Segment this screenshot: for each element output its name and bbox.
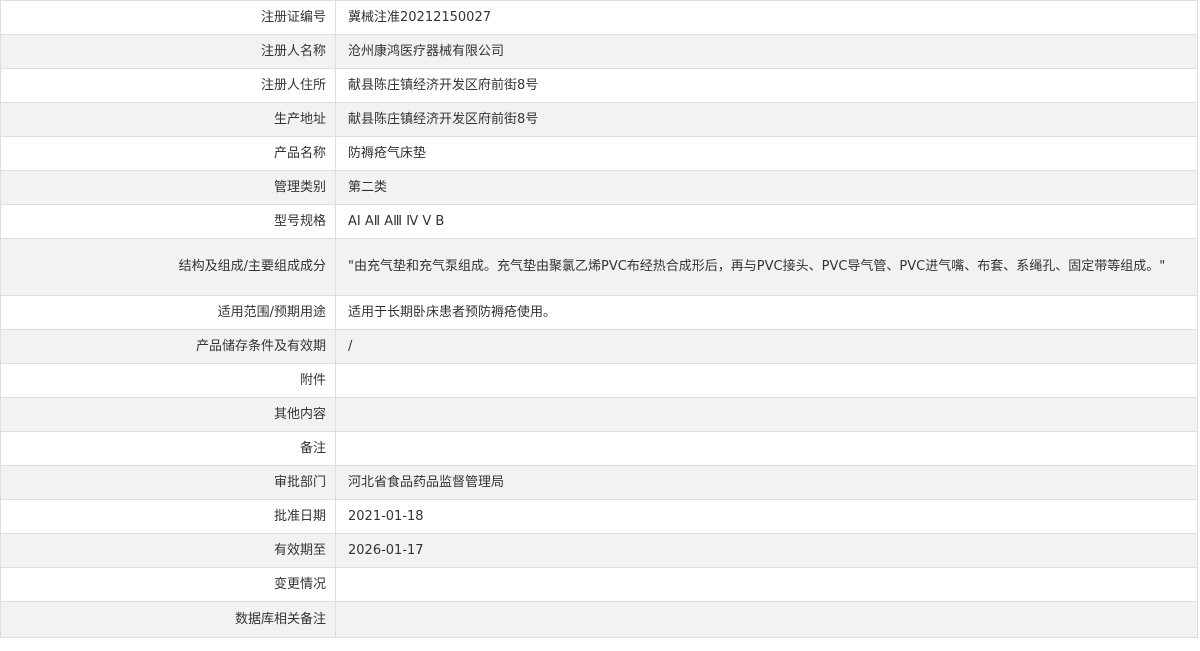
field-label: 型号规格 <box>0 204 336 239</box>
row-database-remarks: 数据库相关备注 <box>0 601 1198 638</box>
field-label: 数据库相关备注 <box>0 601 336 638</box>
field-label: 生产地址 <box>0 102 336 137</box>
field-label: 注册人名称 <box>0 34 336 69</box>
field-value: 献县陈庄镇经济开发区府前街8号 <box>335 102 1198 137</box>
field-label: 有效期至 <box>0 533 336 568</box>
row-other-content: 其他内容 <box>0 397 1198 432</box>
field-value: 第二类 <box>335 170 1198 205</box>
field-label: 注册人住所 <box>0 68 336 103</box>
field-value: 2021-01-18 <box>335 499 1198 534</box>
field-label: 批准日期 <box>0 499 336 534</box>
row-registration-number: 注册证编号 冀械注准20212150027 <box>0 0 1198 35</box>
field-value <box>335 363 1198 398</box>
row-remarks: 备注 <box>0 431 1198 466</box>
row-attachments: 附件 <box>0 363 1198 398</box>
field-label: 审批部门 <box>0 465 336 500</box>
row-intended-use: 适用范围/预期用途 适用于长期卧床患者预防褥疮使用。 <box>0 295 1198 330</box>
row-change-history: 变更情况 <box>0 567 1198 602</box>
row-valid-until: 有效期至 2026-01-17 <box>0 533 1198 568</box>
row-registrant-name: 注册人名称 沧州康鸿医疗器械有限公司 <box>0 34 1198 69</box>
field-value: 适用于长期卧床患者预防褥疮使用。 <box>335 295 1198 330</box>
field-label: 备注 <box>0 431 336 466</box>
field-value: 献县陈庄镇经济开发区府前街8号 <box>335 68 1198 103</box>
field-label: 产品储存条件及有效期 <box>0 329 336 364</box>
row-management-category: 管理类别 第二类 <box>0 170 1198 205</box>
row-production-address: 生产地址 献县陈庄镇经济开发区府前街8号 <box>0 102 1198 137</box>
field-label: 管理类别 <box>0 170 336 205</box>
field-label: 结构及组成/主要组成成分 <box>0 238 336 296</box>
field-label: 适用范围/预期用途 <box>0 295 336 330</box>
row-registrant-address: 注册人住所 献县陈庄镇经济开发区府前街8号 <box>0 68 1198 103</box>
row-structure-composition: 结构及组成/主要组成成分 "由充气垫和充气泵组成。充气垫由聚氯乙烯PVC布经热合… <box>0 238 1198 296</box>
field-value <box>335 567 1198 602</box>
row-product-name: 产品名称 防褥疮气床垫 <box>0 136 1198 171</box>
registration-record-table: 注册证编号 冀械注准20212150027 注册人名称 沧州康鸿医疗器械有限公司… <box>0 0 1198 638</box>
row-model-spec: 型号规格 AⅠ AⅡ AⅢ Ⅳ Ⅴ B <box>0 204 1198 239</box>
field-value: 防褥疮气床垫 <box>335 136 1198 171</box>
field-label: 附件 <box>0 363 336 398</box>
field-value: 沧州康鸿医疗器械有限公司 <box>335 34 1198 69</box>
field-value: 2026-01-17 <box>335 533 1198 568</box>
field-value <box>335 431 1198 466</box>
field-value <box>335 397 1198 432</box>
field-value: 河北省食品药品监督管理局 <box>335 465 1198 500</box>
field-label: 注册证编号 <box>0 0 336 35</box>
field-value: / <box>335 329 1198 364</box>
row-approval-date: 批准日期 2021-01-18 <box>0 499 1198 534</box>
field-label: 其他内容 <box>0 397 336 432</box>
row-approval-department: 审批部门 河北省食品药品监督管理局 <box>0 465 1198 500</box>
field-value <box>335 601 1198 638</box>
field-label: 变更情况 <box>0 567 336 602</box>
field-value: AⅠ AⅡ AⅢ Ⅳ Ⅴ B <box>335 204 1198 239</box>
field-value: 冀械注准20212150027 <box>335 0 1198 35</box>
field-value: "由充气垫和充气泵组成。充气垫由聚氯乙烯PVC布经热合成形后，再与PVC接头、P… <box>335 238 1198 296</box>
row-storage-validity: 产品储存条件及有效期 / <box>0 329 1198 364</box>
field-label: 产品名称 <box>0 136 336 171</box>
